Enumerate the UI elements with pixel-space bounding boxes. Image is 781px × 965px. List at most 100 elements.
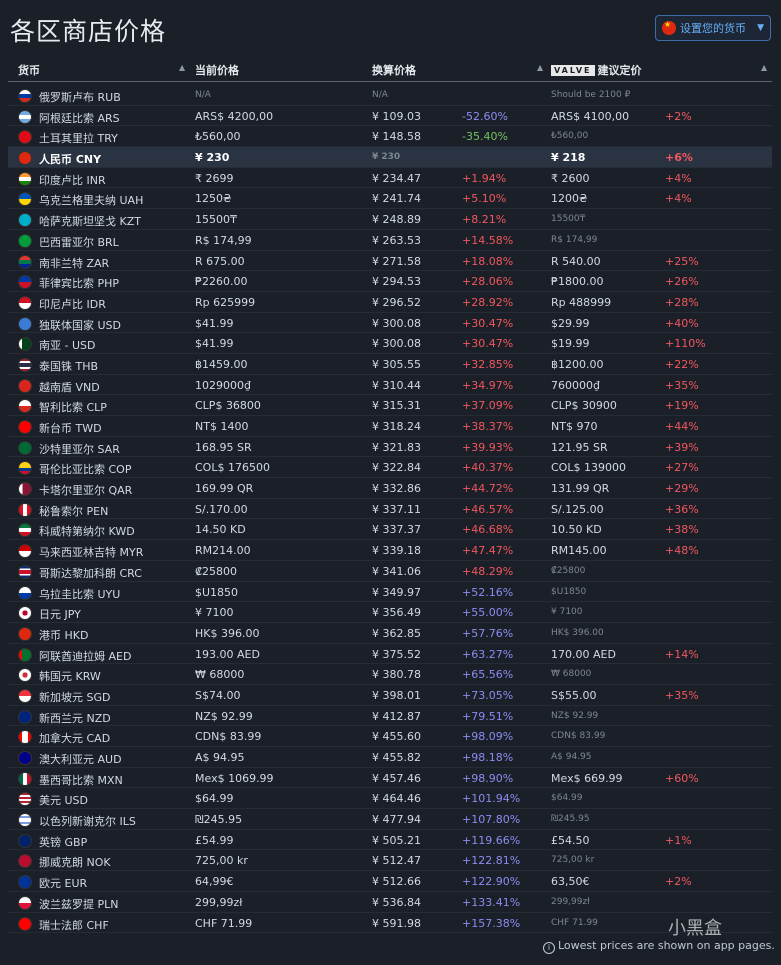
valve-price: Mex$ 669.99 bbox=[551, 771, 623, 785]
currency-name: 独联体国家 USD bbox=[39, 318, 122, 332]
valve-price: 15500₸ bbox=[551, 214, 586, 225]
ph-flag-icon bbox=[18, 275, 32, 290]
header-currency[interactable]: 货币 bbox=[18, 62, 40, 78]
currency-name: 英镑 GBP bbox=[39, 835, 88, 849]
price-difference: +122.81% bbox=[462, 854, 521, 868]
currency-name: 韩国元 KRW bbox=[39, 670, 101, 684]
ch-flag-icon bbox=[18, 916, 32, 931]
ca-flag-icon bbox=[18, 730, 32, 745]
price-difference: +133.41% bbox=[462, 895, 521, 909]
no-flag-icon bbox=[18, 854, 32, 869]
kw-flag-icon bbox=[18, 523, 32, 538]
valve-difference: +27% bbox=[665, 461, 699, 475]
valve-difference: +44% bbox=[665, 420, 699, 433]
ae-flag-icon bbox=[18, 647, 32, 662]
table-row: 科威特第纳尔 KWD 14.50 KD ¥ 337.37 +46.68% 10.50 K… bbox=[8, 519, 772, 541]
converted-price: ¥ 318.24 bbox=[372, 420, 421, 433]
valve-difference: +25% bbox=[665, 254, 699, 268]
current-price: ¥ 230 bbox=[195, 151, 230, 165]
id-flag-icon bbox=[18, 295, 32, 310]
converted-price: ¥ 109.03 bbox=[372, 109, 421, 123]
price-difference: +79.51% bbox=[462, 709, 514, 723]
price-difference: +73.05% bbox=[462, 688, 514, 702]
currency-name: 南亚 - USD bbox=[39, 339, 96, 353]
current-price: ₡25800 bbox=[195, 564, 237, 578]
us-flag-icon bbox=[18, 792, 32, 807]
valve-price: ₪245.95 bbox=[551, 814, 590, 825]
header-valve-price[interactable]: VALVE 建议定价 bbox=[551, 62, 642, 78]
valve-price: RM145.00 bbox=[551, 544, 607, 558]
converted-price: ¥ 241.74 bbox=[372, 192, 421, 206]
converted-price: ¥ 477.94 bbox=[372, 813, 421, 827]
current-price: R 675.00 bbox=[195, 254, 245, 268]
sa-flag-icon bbox=[18, 440, 32, 455]
table-row: 哥斯达黎加科朗 CRC ₡25800 ¥ 341.06 +48.29% ₡25800 bbox=[8, 561, 772, 582]
valve-price: 121.95 SR bbox=[551, 440, 608, 454]
valve-price: NT$ 970 bbox=[551, 420, 598, 433]
set-currency-button[interactable]: 设置您的货币 ▼ bbox=[655, 15, 771, 41]
price-difference: +101.94% bbox=[462, 792, 521, 806]
current-price: COL$ 176500 bbox=[195, 461, 270, 475]
price-difference: +39.93% bbox=[462, 440, 514, 454]
current-price: 725,00 kr bbox=[195, 854, 248, 868]
converted-price: ¥ 341.06 bbox=[372, 564, 421, 578]
valve-difference: +110% bbox=[665, 337, 706, 351]
valve-price: HK$ 396.00 bbox=[551, 627, 604, 638]
current-price: 299,99zł bbox=[195, 895, 243, 909]
converted-price: ¥ 505.21 bbox=[372, 833, 421, 847]
table-row: 乌克兰格里夫纳 UAH 1250₴ ¥ 241.74 +5.10% 1200₴ +4% bbox=[8, 188, 772, 210]
table-row: 南非兰特 ZAR R 675.00 ¥ 271.58 +18.08% R 540.00 +… bbox=[8, 251, 772, 272]
valve-difference: +4% bbox=[665, 171, 692, 185]
currency-name: 马来西亚林吉特 MYR bbox=[39, 546, 144, 560]
converted-price: ¥ 512.47 bbox=[372, 854, 421, 868]
currency-name: 菲律宾比索 PHP bbox=[39, 277, 120, 291]
table-row: 印尼卢比 IDR Rp 625999 ¥ 296.52 +28.92% Rp 48899… bbox=[8, 292, 772, 313]
current-price: $64.99 bbox=[195, 792, 234, 806]
currency-name: 挪威克朗 NOK bbox=[39, 856, 111, 870]
kr-flag-icon bbox=[18, 668, 32, 683]
sort-icon[interactable]: ▲ bbox=[179, 63, 185, 72]
currency-name: 秘鲁索尔 PEN bbox=[39, 504, 109, 518]
table-row: 印度卢比 INR ₹ 2699 ¥ 234.47 +1.94% ₹ 2600 +4% bbox=[8, 168, 772, 189]
sg-flag-icon bbox=[18, 688, 32, 703]
il-flag-icon bbox=[18, 813, 32, 828]
current-price: CHF 71.99 bbox=[195, 916, 253, 930]
converted-price: ¥ 455.60 bbox=[372, 730, 421, 744]
valve-difference: +38% bbox=[665, 523, 699, 537]
valve-price: 63,50€ bbox=[551, 875, 590, 889]
qa-flag-icon bbox=[18, 482, 32, 497]
set-currency-label: 设置您的货币 bbox=[680, 22, 746, 35]
valve-price: 170.00 AED bbox=[551, 647, 616, 661]
sort-icon[interactable]: ▲ bbox=[761, 63, 767, 72]
table-row: 新加坡元 SGD S$74.00 ¥ 398.01 +73.05% S$55.00 +35… bbox=[8, 685, 772, 706]
currency-name: 泰国铢 THB bbox=[39, 359, 99, 373]
currency-name: 波兰兹罗提 PLN bbox=[39, 897, 119, 911]
currency-name: 人民币 CNY bbox=[39, 153, 102, 167]
currency-name: 新西兰元 NZD bbox=[39, 711, 111, 725]
kz-flag-icon bbox=[18, 213, 32, 228]
valve-difference: +14% bbox=[665, 647, 699, 661]
page-title: 各区商店价格 bbox=[10, 17, 167, 46]
valve-difference: +48% bbox=[665, 544, 699, 558]
table-row: 哥伦比亚比索 COP COL$ 176500 ¥ 322.84 +40.37% COL$… bbox=[8, 457, 772, 479]
current-price: 1029000₫ bbox=[195, 378, 251, 392]
valve-price: R 540.00 bbox=[551, 254, 601, 268]
converted-price: ¥ 322.84 bbox=[372, 461, 421, 475]
table-row: 新台币 TWD NT$ 1400 ¥ 318.24 +38.37% NT$ 970 +44… bbox=[8, 416, 772, 437]
header-current-price[interactable]: 当前价格 bbox=[195, 62, 239, 78]
table-row: 英镑 GBP £54.99 ¥ 505.21 +119.66% £54.50 +1% bbox=[8, 830, 772, 851]
table-header: 货币 ▲ 当前价格 换算价格 ▲ VALVE 建议定价 ▲ bbox=[8, 55, 772, 82]
header-converted-price[interactable]: 换算价格 bbox=[372, 62, 416, 78]
valve-difference: +39% bbox=[665, 440, 699, 454]
converted-price: ¥ 248.89 bbox=[372, 213, 421, 227]
sort-up-icon[interactable]: ▲ bbox=[537, 63, 543, 72]
currency-name: 巴西雷亚尔 BRL bbox=[39, 235, 119, 249]
table-row: 巴西雷亚尔 BRL R$ 174,99 ¥ 263.53 +14.58% R$ 174,… bbox=[8, 230, 772, 251]
current-price: CLP$ 36800 bbox=[195, 399, 261, 413]
price-difference: +98.90% bbox=[462, 771, 514, 785]
price-difference: +34.97% bbox=[462, 378, 514, 392]
table-row: 港币 HKD HK$ 396.00 ¥ 362.85 +57.76% HK$ 396.0… bbox=[8, 623, 772, 644]
price-difference: +57.76% bbox=[462, 626, 514, 640]
currency-name: 美元 USD bbox=[39, 794, 89, 808]
valve-difference: +6% bbox=[665, 151, 693, 165]
